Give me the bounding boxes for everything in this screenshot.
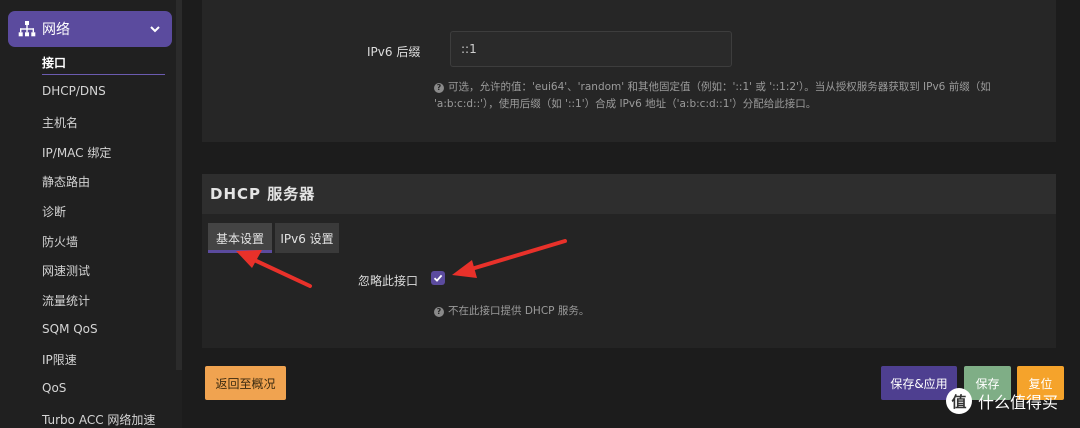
- network-icon: [18, 21, 36, 37]
- ipv6-hint-line1: 可选，允许的值：'eui64'、'random' 和其他固定值（例如：'::1'…: [448, 81, 991, 93]
- sidebar-item-dhcp-dns[interactable]: DHCP/DNS: [42, 84, 106, 98]
- watermark-text: 什么值得买: [978, 393, 1059, 412]
- ipv6-suffix-hint: ? 可选，允许的值：'eui64'、'random' 和其他固定值（例如：'::1…: [434, 79, 1034, 113]
- ipv6-suffix-label: IPv6 后缀: [367, 45, 421, 59]
- sidebar-item-qos[interactable]: QoS: [42, 381, 66, 395]
- checkmark-icon: [433, 274, 443, 282]
- back-to-overview-button[interactable]: 返回至概况: [205, 366, 286, 400]
- help-icon: ?: [434, 83, 444, 93]
- main-content: IPv6 后缀 ? 可选，允许的值：'eui64'、'random' 和其他固定值…: [182, 0, 1080, 428]
- ipv6-hint-line2: 'a:b:c:d::'），使用后缀（如 '::1'）合成 IPv6 地址（'a:…: [434, 98, 817, 110]
- dhcp-server-section: DHCP 服务器 基本设置 IPv6 设置 忽略此接口 ? 不在此接口提供 DHC…: [202, 174, 1056, 348]
- tab-basic-settings[interactable]: 基本设置: [208, 223, 272, 253]
- ignore-interface-checkbox[interactable]: [431, 271, 445, 285]
- ignore-interface-hint: ? 不在此接口提供 DHCP 服务。: [434, 303, 589, 320]
- tab-ipv6-settings[interactable]: IPv6 设置: [275, 223, 339, 253]
- chevron-down-icon: [150, 26, 160, 33]
- ipv6-section: IPv6 后缀 ? 可选，允许的值：'eui64'、'random' 和其他固定值…: [202, 0, 1056, 142]
- nav-group-label: 网络: [42, 22, 70, 38]
- sidebar: 网络 接口 DHCP/DNS 主机名 IP/MAC 绑定 静态路由 诊断 防火墙…: [0, 0, 182, 428]
- sidebar-item-turbo-acc[interactable]: Turbo ACC 网络加速: [42, 411, 155, 428]
- sidebar-item-speedtest[interactable]: 网速测试: [42, 262, 90, 279]
- sidebar-item-ip-mac-binding[interactable]: IP/MAC 绑定: [42, 144, 111, 161]
- sidebar-item-traffic-stats[interactable]: 流量统计: [42, 292, 90, 309]
- sidebar-item-hostnames[interactable]: 主机名: [42, 114, 78, 131]
- nav-group-network[interactable]: 网络: [8, 11, 172, 47]
- ignore-interface-label: 忽略此接口: [358, 274, 419, 288]
- sidebar-item-sqm-qos[interactable]: SQM QoS: [42, 322, 98, 336]
- watermark-logo: 值: [946, 388, 972, 414]
- dhcp-section-header: DHCP 服务器: [202, 174, 1056, 214]
- watermark: 值 什么值得买: [946, 388, 1058, 414]
- help-icon: ?: [434, 307, 444, 317]
- sidebar-item-static-routes[interactable]: 静态路由: [42, 173, 90, 190]
- sidebar-item-firewall[interactable]: 防火墙: [42, 233, 78, 250]
- active-indicator: [42, 74, 165, 75]
- sidebar-item-ip-limit[interactable]: IP限速: [42, 351, 77, 368]
- sidebar-item-diagnostics[interactable]: 诊断: [42, 203, 66, 220]
- dhcp-section-title: DHCP 服务器: [210, 185, 316, 203]
- ipv6-suffix-input[interactable]: [450, 31, 732, 67]
- ignore-hint-text: 不在此接口提供 DHCP 服务。: [448, 305, 590, 317]
- sidebar-item-interfaces[interactable]: 接口: [42, 54, 66, 71]
